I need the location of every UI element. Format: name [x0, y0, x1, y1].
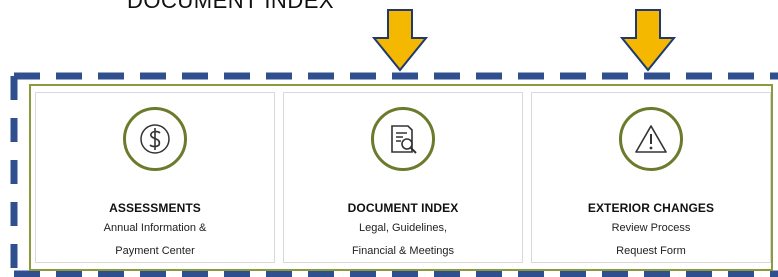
dollar-icon	[123, 107, 187, 171]
card-document-index[interactable]: DOCUMENT INDEX Legal, Guidelines, Financ…	[283, 92, 523, 263]
card-subtitle: Annual Information &	[103, 222, 207, 234]
card-subtitle: Review Process	[611, 222, 691, 234]
page-heading: DOCUMENT INDEX	[127, 0, 335, 13]
card-title: EXTERIOR CHANGES	[587, 201, 715, 215]
card-subtitle: Financial & Meetings	[351, 245, 455, 257]
card-subtitle: Request Form	[616, 245, 686, 257]
warning-icon	[619, 107, 683, 171]
down-arrow-icon	[620, 9, 676, 72]
card-title: ASSESSMENTS	[109, 201, 201, 215]
document-search-icon	[371, 107, 435, 171]
card-subtitle: Payment Center	[115, 245, 195, 257]
card-assessments[interactable]: ASSESSMENTS Annual Information & Payment…	[35, 92, 275, 263]
down-arrow-icon	[372, 9, 428, 72]
card-subtitle: Legal, Guidelines,	[358, 222, 448, 234]
card-title: DOCUMENT INDEX	[347, 201, 459, 215]
quick-links-panel: ASSESSMENTS Annual Information & Payment…	[29, 84, 773, 271]
card-exterior-changes[interactable]: EXTERIOR CHANGES Review Process Request …	[531, 92, 771, 263]
